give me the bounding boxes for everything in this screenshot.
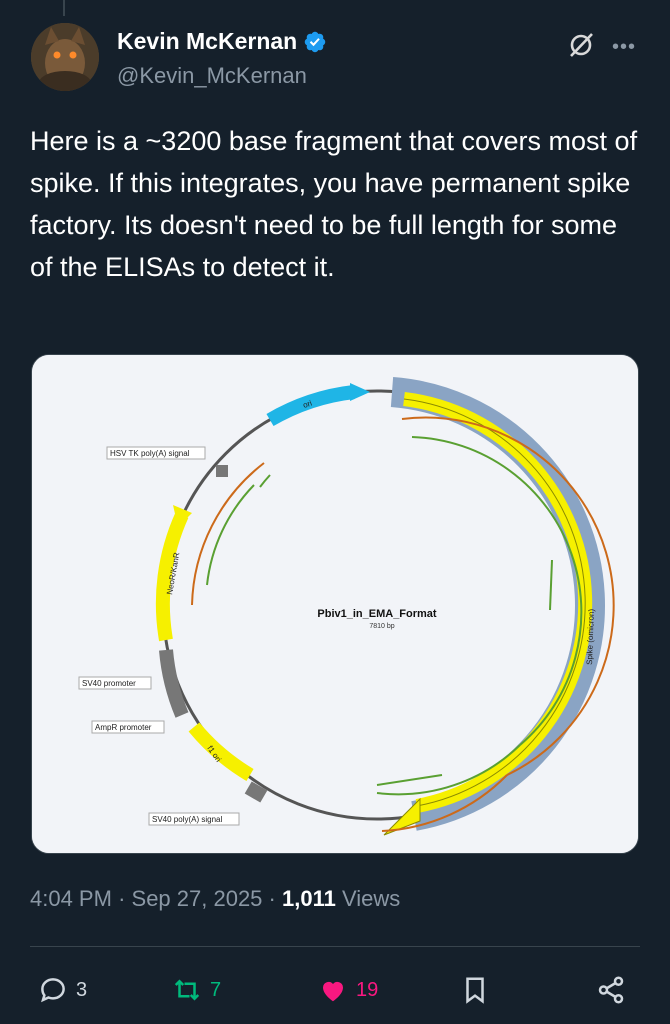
- share-button[interactable]: [596, 965, 626, 1015]
- author-name-row[interactable]: Kevin McKernan: [117, 28, 327, 55]
- label-hsv-tk: HSV TK poly(A) signal: [110, 449, 190, 458]
- label-sv40-polya: SV40 poly(A) signal: [152, 815, 222, 824]
- thread-connector-line: [63, 0, 65, 16]
- like-icon: [323, 981, 343, 1002]
- reply-count: 3: [76, 978, 88, 1001]
- action-bar: 3 7 19: [0, 965, 670, 1015]
- bookmark-button[interactable]: [460, 965, 490, 1015]
- tweet-time[interactable]: 4:04 PM: [30, 886, 112, 911]
- like-count: 19: [356, 978, 379, 1001]
- more-icon[interactable]: •••: [612, 37, 636, 57]
- tweet-text: Here is a ~3200 base fragment that cover…: [30, 126, 638, 282]
- reply-icon: [41, 978, 65, 1003]
- grok-icon[interactable]: [566, 30, 596, 60]
- views-label: Views: [341, 886, 401, 911]
- plasmid-title: Pbiv1_in_EMA_Format: [317, 608, 437, 620]
- retweet-count: 7: [210, 978, 222, 1001]
- retweet-icon: [174, 979, 200, 1001]
- verified-badge-icon: [304, 31, 326, 52]
- author-handle[interactable]: @Kevin_McKernan: [117, 63, 307, 89]
- label-sv40-promoter: SV40 promoter: [82, 679, 136, 688]
- author-name[interactable]: Kevin McKernan: [117, 28, 297, 55]
- like-button[interactable]: 19: [318, 965, 378, 1015]
- retweet-button[interactable]: 7: [172, 965, 221, 1015]
- divider: [30, 946, 640, 947]
- share-icon: [598, 976, 624, 1004]
- label-ampr-promoter: AmpR promoter: [95, 723, 152, 732]
- tweet-meta: 4:04 PM · Sep 27, 2025 · 1,011 Views: [30, 886, 401, 911]
- tweet-image[interactable]: HSV TK poly(A) signal SV40 promoter AmpR…: [31, 354, 639, 854]
- plasmid-size: 7810 bp: [369, 623, 394, 630]
- avatar[interactable]: [31, 23, 99, 91]
- tweet-date[interactable]: Sep 27, 2025: [132, 886, 263, 911]
- reply-button[interactable]: 3: [38, 965, 87, 1015]
- views-count: 1,011: [282, 886, 336, 911]
- bookmark-icon: [466, 977, 484, 1004]
